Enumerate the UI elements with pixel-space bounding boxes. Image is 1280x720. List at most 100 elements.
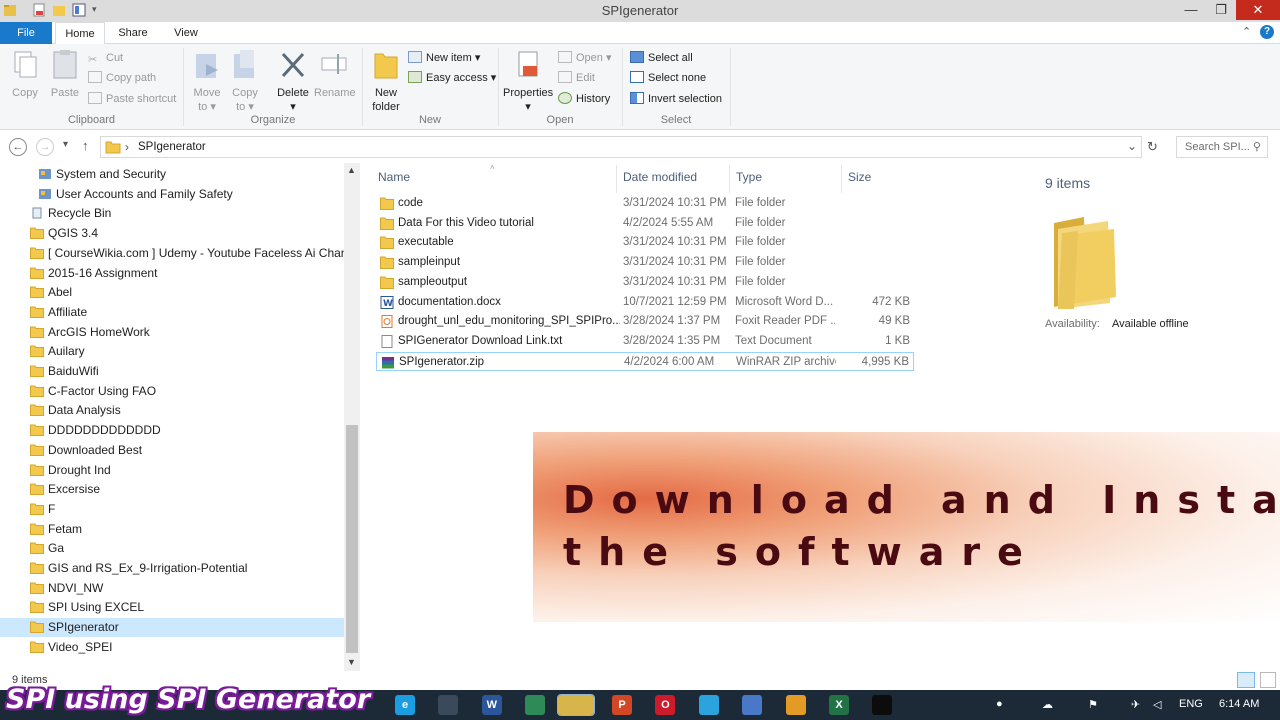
- properties-button[interactable]: Properties ▾: [503, 48, 553, 113]
- paste-shortcut-button[interactable]: Paste shortcut: [88, 90, 176, 108]
- nav-item[interactable]: DDDDDDDDDDDDD: [30, 421, 344, 440]
- nav-item[interactable]: Abel: [30, 283, 344, 302]
- address-input[interactable]: › SPIgenerator ⌄: [100, 136, 1142, 158]
- easy-access-button[interactable]: Easy access ▾: [408, 69, 496, 87]
- column-header-type[interactable]: Type: [736, 170, 762, 184]
- location-icon[interactable]: ●: [996, 698, 1003, 710]
- flag-icon[interactable]: ⚑: [1088, 698, 1098, 711]
- file-row[interactable]: code 3/31/2024 10:31 PM File folder: [376, 194, 914, 213]
- explorer-icon[interactable]: [557, 694, 595, 716]
- new-folder-button[interactable]: New folder: [368, 48, 404, 113]
- language-indicator[interactable]: ENG: [1179, 698, 1203, 710]
- nav-item[interactable]: ArcGIS HomeWork: [30, 323, 344, 342]
- history-button[interactable]: History: [558, 90, 610, 108]
- opera-icon[interactable]: O: [655, 695, 676, 715]
- bluetooth-icon[interactable]: [742, 695, 763, 715]
- details-view-icon[interactable]: [1237, 672, 1255, 688]
- airplane-icon[interactable]: ✈: [1131, 698, 1140, 711]
- close-button[interactable]: ✕: [1236, 0, 1280, 20]
- edit-button[interactable]: Edit: [558, 69, 595, 87]
- nav-item[interactable]: F: [30, 500, 344, 519]
- recent-locations-icon[interactable]: ▾: [63, 139, 68, 150]
- nav-item[interactable]: Fetam: [30, 520, 344, 539]
- scroll-up-icon[interactable]: ▲: [347, 165, 356, 175]
- address-dropdown-icon[interactable]: ⌄: [1127, 139, 1137, 153]
- column-divider[interactable]: [841, 165, 842, 193]
- paste-button[interactable]: Paste: [48, 48, 82, 99]
- nav-item[interactable]: BaiduWifi: [30, 362, 344, 381]
- collapse-ribbon-icon[interactable]: ⌃: [1242, 25, 1251, 38]
- keyboard-icon[interactable]: [438, 695, 459, 715]
- up-button[interactable]: ↑: [82, 138, 89, 153]
- terminal-icon[interactable]: [872, 695, 893, 715]
- tab-file[interactable]: File: [0, 22, 52, 44]
- select-none-button[interactable]: Select none: [630, 69, 706, 87]
- nav-item[interactable]: Affiliate: [30, 303, 344, 322]
- tab-share[interactable]: Share: [110, 22, 156, 44]
- navigation-scrollbar[interactable]: ▲ ▼: [344, 163, 360, 671]
- tool-icon[interactable]: [525, 695, 546, 715]
- nav-item[interactable]: NDVI_NW: [30, 579, 344, 598]
- minimize-button[interactable]: —: [1176, 0, 1206, 20]
- cloud-icon[interactable]: ☁: [1042, 698, 1053, 711]
- large-icons-view-icon[interactable]: [1260, 672, 1276, 688]
- file-row[interactable]: SPIGenerator Download Link.txt 3/28/2024 …: [376, 332, 914, 351]
- open-button[interactable]: Open ▾: [558, 49, 612, 67]
- file-row[interactable]: sampleoutput 3/31/2024 10:31 PM File folde…: [376, 273, 914, 292]
- file-row[interactable]: drought_unl_edu_monitoring_SPI_SPIPro...…: [376, 312, 914, 331]
- copy-to-button[interactable]: Copy to ▾: [228, 48, 262, 113]
- powerpoint-icon[interactable]: P: [612, 695, 632, 715]
- delete-button[interactable]: Delete ▾: [274, 48, 312, 113]
- nav-item[interactable]: [ CourseWikia.com ] Udemy - Youtube Face…: [30, 244, 344, 263]
- forward-button[interactable]: →: [36, 138, 54, 156]
- edge-icon[interactable]: e: [395, 695, 415, 715]
- nav-item[interactable]: Data Analysis: [30, 401, 344, 420]
- column-divider[interactable]: [729, 165, 730, 193]
- restore-button[interactable]: ❐: [1206, 0, 1236, 20]
- nav-item[interactable]: User Accounts and Family Safety: [38, 185, 344, 204]
- scrollbar-thumb[interactable]: [346, 425, 358, 653]
- help-icon[interactable]: ?: [1260, 25, 1274, 39]
- back-button[interactable]: ←: [9, 138, 27, 156]
- search-input[interactable]: Search SPI... ⚲: [1176, 136, 1268, 158]
- nav-item[interactable]: C-Factor Using FAO: [30, 382, 344, 401]
- telegram-icon[interactable]: [698, 695, 719, 715]
- nav-item[interactable]: Ga: [30, 539, 344, 558]
- refresh-button[interactable]: ↻: [1147, 139, 1158, 155]
- file-row[interactable]: sampleinput 3/31/2024 10:31 PM File folder: [376, 253, 914, 272]
- tab-view[interactable]: View: [163, 22, 209, 44]
- file-row[interactable]: Wdocumentation.docx 10/7/2021 12:59 PM Mic…: [376, 293, 914, 312]
- column-header-date[interactable]: Date modified: [623, 170, 697, 184]
- nav-item[interactable]: Excersise: [30, 480, 344, 499]
- nav-item[interactable]: SPI Using EXCEL: [30, 598, 344, 617]
- nav-item[interactable]: Auilary: [30, 342, 344, 361]
- rename-button[interactable]: Rename: [314, 48, 356, 99]
- file-row[interactable]: executable 3/31/2024 10:31 PM File folder: [376, 233, 914, 252]
- nav-item[interactable]: SPIgenerator: [0, 618, 344, 638]
- cut-button[interactable]: ✂ Cut: [88, 49, 123, 67]
- nav-item[interactable]: Recycle Bin: [30, 204, 344, 223]
- nav-item[interactable]: GIS and RS_Ex_9-Irrigation-Potential: [30, 559, 344, 578]
- excel-icon[interactable]: X: [829, 695, 849, 715]
- column-header-size[interactable]: Size: [848, 170, 871, 184]
- file-row[interactable]: SPIgenerator.zip 4/2/2024 6:00 AM WinRAR Z…: [376, 351, 914, 371]
- word-icon[interactable]: W: [481, 695, 502, 715]
- copy-button[interactable]: Copy: [8, 48, 42, 99]
- chrome-canary-icon[interactable]: [785, 695, 806, 715]
- volume-icon[interactable]: ◁: [1153, 698, 1161, 711]
- copy-path-button[interactable]: Copy path: [88, 69, 156, 87]
- tab-home[interactable]: Home: [55, 22, 105, 45]
- nav-item[interactable]: System and Security: [38, 165, 344, 184]
- breadcrumb[interactable]: SPIgenerator: [138, 141, 206, 153]
- column-header-name[interactable]: Name: [378, 170, 410, 184]
- file-row[interactable]: Data For this Video tutorial 4/2/2024 5:5…: [376, 214, 914, 233]
- invert-selection-button[interactable]: Invert selection: [630, 90, 722, 108]
- select-all-button[interactable]: Select all: [630, 49, 693, 67]
- scroll-down-icon[interactable]: ▼: [347, 657, 356, 667]
- clock[interactable]: 6:14 AM: [1219, 698, 1259, 710]
- nav-item[interactable]: QGIS 3.4: [30, 224, 344, 243]
- nav-item[interactable]: Video_SPEI: [30, 638, 344, 657]
- new-item-button[interactable]: New item ▾: [408, 49, 480, 67]
- nav-item[interactable]: Drought Ind: [30, 461, 344, 480]
- nav-item[interactable]: 2015-16 Assignment: [30, 264, 344, 283]
